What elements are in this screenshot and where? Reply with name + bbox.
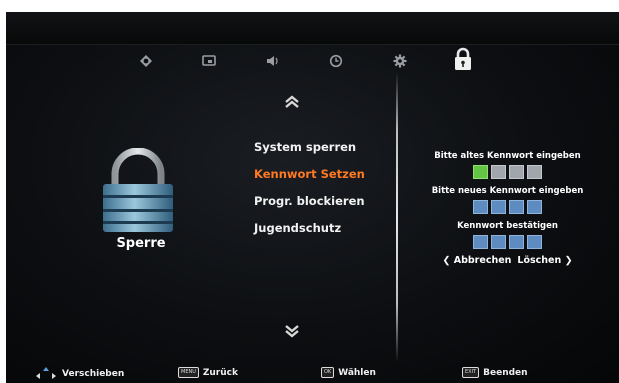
cancel-label: Abbrechen: [453, 255, 512, 266]
digit-box[interactable]: [473, 235, 488, 249]
delete-label: Löschen: [517, 255, 562, 266]
digit-box[interactable]: [491, 235, 506, 249]
exit-label: Beenden: [483, 367, 528, 378]
top-strip: [6, 12, 619, 45]
menu-item-block-program[interactable]: Progr. blockieren: [254, 192, 365, 219]
padlock-icon: [98, 147, 178, 238]
old-password-field[interactable]: [406, 165, 609, 179]
confirm-password-field[interactable]: [406, 235, 609, 249]
delete-button[interactable]: Löschen ❯: [517, 255, 572, 266]
scroll-up-icon[interactable]: [283, 94, 301, 108]
new-password-label: Bitte neues Kennwort eingeben: [431, 186, 584, 196]
lock-section-title: Sperre: [116, 236, 166, 251]
move-label: Verschieben: [62, 369, 125, 379]
select-hint: OK Wählen: [321, 367, 376, 378]
scroll-down-icon[interactable]: [283, 323, 301, 338]
digit-box[interactable]: [473, 165, 488, 179]
ok-key-icon: OK: [321, 367, 335, 378]
new-password-field[interactable]: [406, 200, 609, 214]
digit-box[interactable]: [491, 200, 506, 214]
exit-key-icon: EXIT: [462, 367, 480, 378]
digit-box[interactable]: [491, 165, 506, 179]
back-label: Zurück: [202, 367, 238, 378]
password-panel: Bitte altes Kennwort eingeben Bitte neue…: [406, 150, 609, 266]
digit-box[interactable]: [527, 235, 542, 249]
move-hint: Verschieben: [34, 367, 124, 381]
menu-item-set-password[interactable]: Kennwort Setzen: [254, 165, 365, 192]
lock-icon[interactable]: [452, 46, 474, 72]
digit-box[interactable]: [527, 200, 542, 214]
back-hint: MENU Zurück: [178, 367, 238, 378]
tv-screen: Sperre System sperren Kennwort Setzen Pr…: [6, 12, 619, 383]
select-label: Wählen: [338, 367, 376, 378]
screen-icon[interactable]: [200, 52, 218, 70]
password-actions: ❮ Abbrechen Löschen ❯: [406, 255, 609, 266]
menu-item-parental-guidance[interactable]: Jugendschutz: [254, 219, 365, 246]
menu-item-system-lock[interactable]: System sperren: [254, 138, 365, 165]
digit-box[interactable]: [509, 200, 524, 214]
digit-box[interactable]: [527, 165, 542, 179]
bottom-hint-bar: Verschieben MENU Zurück OK Wählen EXIT B…: [6, 362, 619, 383]
gear-icon[interactable]: [391, 52, 409, 70]
digit-box[interactable]: [509, 165, 524, 179]
clock-icon[interactable]: [327, 52, 345, 70]
dpad-icon: [36, 367, 56, 379]
panel-divider: [396, 72, 398, 362]
menu-icon-bar: [6, 44, 619, 82]
confirm-password-label: Kennwort bestätigen: [457, 221, 558, 231]
cancel-button[interactable]: ❮ Abbrechen: [442, 255, 511, 266]
menu-key-icon: MENU: [178, 367, 199, 378]
sound-icon[interactable]: [264, 52, 282, 70]
digit-box[interactable]: [509, 235, 524, 249]
old-password-label: Bitte altes Kennwort eingeben: [434, 151, 581, 161]
exit-hint: EXIT Beenden: [462, 367, 528, 378]
digit-box[interactable]: [473, 200, 488, 214]
lock-menu: System sperren Kennwort Setzen Progr. bl…: [254, 138, 365, 246]
picture-icon[interactable]: [137, 52, 155, 70]
